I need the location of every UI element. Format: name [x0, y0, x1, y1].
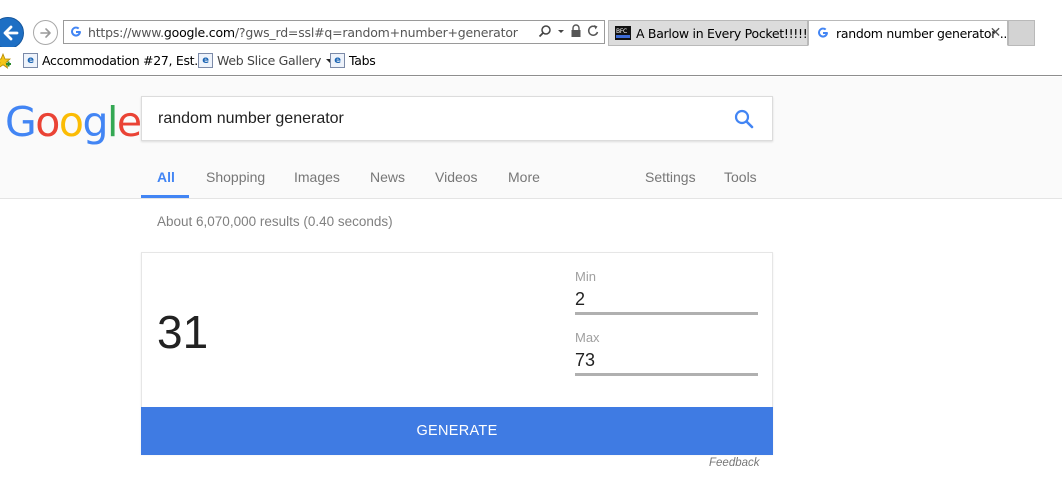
google-favicon-icon — [68, 24, 84, 40]
tab-google-search[interactable]: random number generator ... ✕ — [808, 20, 1008, 46]
logo-letter: G — [5, 98, 37, 146]
url-path: /?gws_rd=ssl#q=random+number+generator — [234, 24, 518, 40]
svg-text:BFC: BFC — [616, 28, 627, 35]
tab-label: A Barlow in Every Pocket!!!!! — [636, 25, 808, 41]
max-input[interactable] — [575, 348, 758, 376]
min-input[interactable] — [575, 287, 758, 315]
tab-more[interactable]: More — [508, 169, 540, 185]
logo-letter: l — [107, 98, 118, 146]
back-button[interactable] — [0, 17, 24, 49]
max-label: Max — [575, 330, 600, 345]
tab-settings[interactable]: Settings — [645, 169, 696, 185]
browser-toolbar: https://www.google.com/?gws_rd=ssl#q=ran… — [0, 0, 1062, 49]
search-input[interactable] — [158, 110, 698, 128]
tab-all[interactable]: All — [157, 169, 175, 185]
url-domain: google.com — [163, 24, 235, 40]
tab-news[interactable]: News — [370, 169, 405, 185]
ie-page-icon: e — [198, 53, 213, 68]
search-icon[interactable] — [734, 109, 754, 129]
tab-videos[interactable]: Videos — [435, 169, 478, 185]
favorite-label: Accommodation #27, Est... — [42, 53, 206, 68]
generate-button[interactable]: GENERATE — [141, 407, 773, 455]
url-prefix: https://www. — [88, 24, 164, 40]
new-tab-button[interactable] — [1008, 20, 1035, 46]
favorite-label: Tabs — [349, 53, 376, 68]
address-tools — [538, 24, 600, 38]
favorites-star-icon[interactable] — [0, 53, 12, 69]
dropdown-arrow-icon[interactable] — [557, 24, 565, 38]
address-url: https://www.google.com/?gws_rd=ssl#q=ran… — [88, 25, 518, 40]
lock-icon[interactable] — [570, 24, 582, 38]
logo-letter: g — [82, 98, 108, 146]
ie-page-icon: e — [330, 53, 345, 68]
refresh-icon[interactable] — [587, 24, 600, 38]
tab-label: random number generator ... — [836, 25, 1008, 41]
close-tab-icon[interactable]: ✕ — [990, 25, 1002, 41]
result-stats: About 6,070,000 results (0.40 seconds) — [157, 214, 393, 229]
tab-tools[interactable]: Tools — [724, 169, 757, 185]
forward-button[interactable] — [33, 20, 58, 45]
min-label: Min — [575, 269, 596, 284]
logo-letter: e — [116, 98, 142, 146]
back-arrow-icon — [3, 25, 19, 41]
address-bar[interactable]: https://www.google.com/?gws_rd=ssl#q=ran… — [63, 20, 605, 44]
tab-barlow[interactable]: BFC A Barlow in Every Pocket!!!!! — [608, 20, 808, 46]
logo-letter: o — [58, 98, 84, 146]
search-box — [141, 96, 773, 141]
tab-images[interactable]: Images — [294, 169, 340, 185]
generated-number: 31 — [157, 306, 209, 358]
forward-arrow-icon — [39, 27, 51, 38]
google-favicon-icon — [818, 27, 828, 38]
bfc-favicon-icon: BFC — [615, 26, 631, 40]
google-logo[interactable]: Google — [5, 98, 142, 146]
random-number-generator-card: 31 Min Max GENERATE — [141, 252, 773, 455]
favorite-label: Web Slice Gallery — [217, 53, 322, 68]
favorites-bar: e Accommodation #27, Est... e Web Slice … — [0, 47, 1062, 76]
favorite-web-slice-gallery[interactable]: e Web Slice Gallery — [198, 53, 335, 68]
google-header: Google All Shopping Images News Videos M… — [0, 77, 1062, 199]
ie-page-icon: e — [23, 53, 38, 68]
active-tab-indicator — [141, 195, 189, 198]
tab-shopping[interactable]: Shopping — [206, 169, 265, 185]
search-icon[interactable] — [538, 24, 552, 38]
logo-letter: o — [35, 98, 60, 146]
favorite-accommodation[interactable]: e Accommodation #27, Est... — [23, 53, 206, 68]
favorite-tabs[interactable]: e Tabs — [330, 53, 376, 68]
feedback-link[interactable]: Feedback — [709, 457, 760, 469]
